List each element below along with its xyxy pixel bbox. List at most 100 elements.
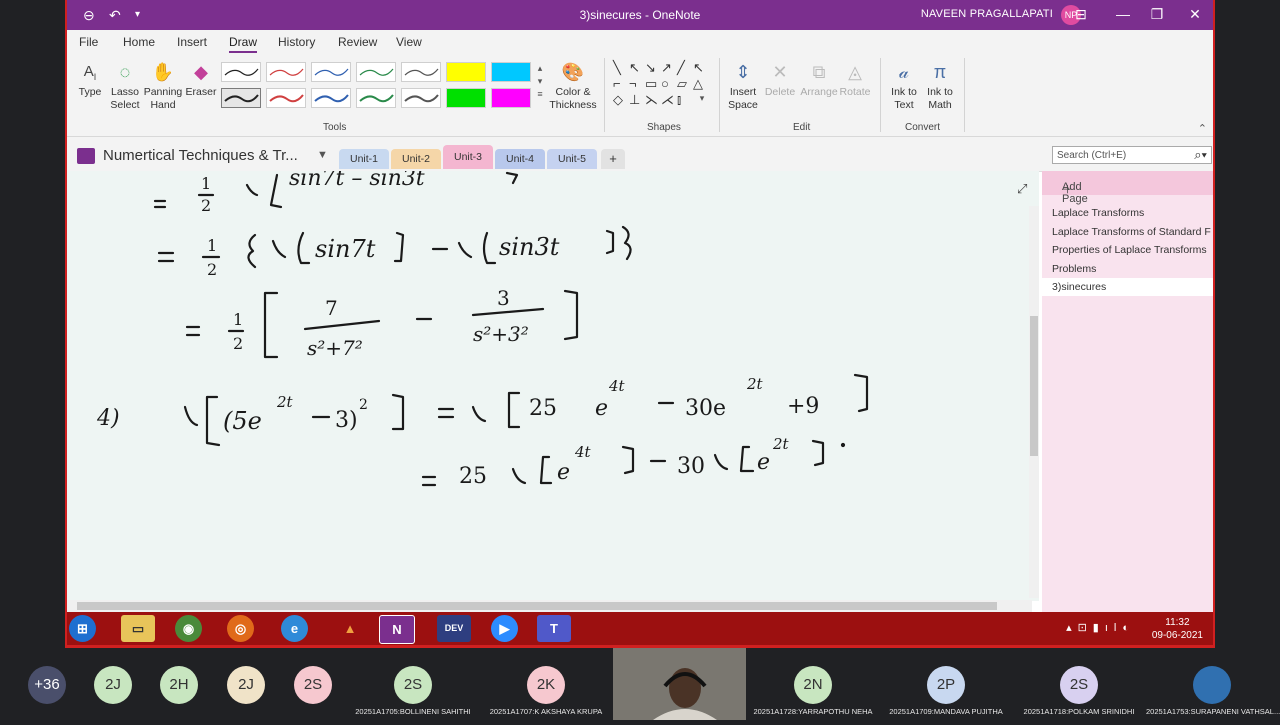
axis-2-shape-icon[interactable]: ⋋ [645, 92, 658, 108]
participant-avatar[interactable]: 2N [794, 666, 832, 704]
vertical-scrollbar[interactable] [1029, 206, 1039, 598]
tab-review[interactable]: Review [338, 35, 377, 49]
pen-swatch[interactable] [401, 62, 441, 82]
pen-swatch[interactable] [401, 88, 441, 108]
ink-to-math-button[interactable]: π Ink to Math [923, 60, 957, 112]
page-item-laplace-transforms[interactable]: Laplace Transforms [1052, 207, 1212, 219]
double-arrow-shape-icon[interactable]: ↘ [645, 60, 656, 76]
user-name[interactable]: NAVEEN PRAGALLAPATI [921, 8, 1053, 20]
teams-icon[interactable]: T [537, 615, 571, 642]
tab-insert[interactable]: Insert [177, 35, 207, 49]
tab-file[interactable]: File [79, 35, 98, 49]
diamond-shape-icon[interactable]: ◇ [613, 92, 623, 108]
insert-space-button[interactable]: ⇕ Insert Space [727, 60, 759, 112]
ellipse-shape-icon[interactable]: ○ [661, 76, 669, 91]
tab-draw[interactable]: Draw [229, 35, 258, 53]
type-button[interactable]: AI Type [75, 60, 105, 99]
participant-avatar[interactable]: +36 [28, 666, 66, 704]
horizontal-scroll-thumb[interactable] [77, 602, 997, 610]
add-section-button[interactable]: + [601, 149, 625, 169]
section-tab-unit-4[interactable]: Unit-4 [495, 149, 545, 169]
lasso-select-button[interactable]: ◌ Lasso Select [109, 60, 141, 112]
horizontal-scrollbar[interactable] [67, 600, 1032, 612]
participant-avatar[interactable]: 2H [160, 666, 198, 704]
onenote-taskbar-icon[interactable]: N [379, 615, 415, 644]
pen-swatch[interactable] [446, 62, 486, 82]
triangle-shape-icon[interactable]: △ [693, 76, 703, 92]
line-2-shape-icon[interactable]: ╱ [677, 60, 685, 76]
participant-avatar[interactable] [1193, 666, 1231, 704]
search-icon[interactable]: ⌕▾ [1194, 147, 1207, 163]
matlab-icon[interactable]: ▲ [333, 615, 367, 642]
section-tab-unit-2[interactable]: Unit-2 [391, 149, 441, 169]
zoom-icon[interactable]: ▶ [491, 615, 518, 642]
section-tab-unit-1[interactable]: Unit-1 [339, 149, 389, 169]
vertical-scroll-thumb[interactable] [1030, 316, 1038, 456]
pen-swatch[interactable] [266, 88, 306, 108]
minimize-icon[interactable]: — [1113, 6, 1133, 22]
parallelogram-shape-icon[interactable]: ▱ [677, 76, 687, 92]
pen-swatch[interactable] [356, 62, 396, 82]
eraser-button[interactable]: ◆ Eraser [185, 60, 217, 99]
panning-hand-button[interactable]: ✋ Panning Hand [143, 60, 183, 112]
ink-to-text-button[interactable]: 𝒶 Ink to Text [887, 60, 921, 112]
taskbar-clock[interactable]: 11:32 09-06-2021 [1152, 616, 1203, 642]
close-icon[interactable]: ✕ [1185, 6, 1205, 23]
firefox-icon[interactable]: ◎ [227, 615, 254, 642]
rotate-button[interactable]: ◬ Rotate [839, 60, 871, 99]
participant-avatar[interactable]: 2K [527, 666, 565, 704]
axis-3-shape-icon[interactable]: ⋌ [661, 92, 674, 108]
elbow-arrow-shape-icon[interactable]: ⌐ [613, 76, 621, 91]
search-input[interactable]: Search (Ctrl+E) ⌕▾ [1052, 146, 1212, 164]
restore-icon[interactable]: ❐ [1147, 6, 1167, 23]
rectangle-shape-icon[interactable]: ▭ [645, 76, 657, 92]
internet-explorer-icon[interactable]: e [281, 615, 308, 642]
add-page-button[interactable]: ＋ Add Page [1042, 171, 1213, 205]
start-button-icon[interactable]: ⊞ [69, 615, 96, 642]
pen-swatch[interactable] [446, 88, 486, 108]
participant-avatar[interactable]: 2J [227, 666, 265, 704]
pen-swatch[interactable] [356, 88, 396, 108]
participant-avatar[interactable]: 2S [394, 666, 432, 704]
pen-swatch[interactable] [311, 62, 351, 82]
notebook-name[interactable]: Numertical Techniques & Tr... [103, 147, 298, 164]
file-explorer-icon[interactable]: ▭ [121, 615, 155, 642]
pen-swatch[interactable] [311, 88, 351, 108]
notebook-dropdown-icon[interactable]: ▼ [317, 149, 328, 161]
pen-swatch[interactable] [491, 88, 531, 108]
collapse-ribbon-icon[interactable]: ⌃ [1198, 122, 1207, 135]
graph-shape-icon[interactable]: ⫾ [677, 92, 681, 108]
page-item-sinecures[interactable]: 3)sinecures [1042, 278, 1213, 296]
participant-avatar[interactable]: 2S [294, 666, 332, 704]
participant-avatar[interactable]: 2S [1060, 666, 1098, 704]
section-tab-unit-5[interactable]: Unit-5 [547, 149, 597, 169]
pen-swatch[interactable] [221, 62, 261, 82]
arrange-button[interactable]: ⧉ Arrange [799, 60, 839, 99]
pen-gallery-more-icon[interactable]: ▴ ▾ ≡ [535, 62, 545, 101]
elbow-shape-icon[interactable]: ¬ [629, 76, 637, 91]
ribbon-display-icon[interactable]: ⊟ [1071, 6, 1091, 23]
tab-history[interactable]: History [278, 35, 315, 49]
arrow-2-shape-icon[interactable]: ↖ [693, 60, 704, 76]
dev-cpp-icon[interactable]: DEV [437, 615, 471, 642]
tab-home[interactable]: Home [123, 35, 155, 49]
section-tab-unit-3[interactable]: Unit-3 [443, 145, 493, 169]
pen-swatch[interactable] [491, 62, 531, 82]
double-arrow-2-shape-icon[interactable]: ↗ [661, 60, 672, 76]
arrow-shape-icon[interactable]: ↖ [629, 60, 640, 76]
color-thickness-button[interactable]: 🎨 Color & Thickness [549, 60, 597, 112]
pen-swatch[interactable] [266, 62, 306, 82]
system-tray-icons[interactable]: ▴⊡▮ıl◐ [1066, 621, 1135, 634]
participant-avatar[interactable]: 2J [94, 666, 132, 704]
delete-button[interactable]: ✕ Delete [764, 60, 796, 99]
note-canvas[interactable]: 1 2 sin7t – sin3t 1 2 sin7t sin3t 1 2 7 … [67, 166, 1039, 601]
page-item-problems[interactable]: Problems [1052, 263, 1212, 275]
chrome-icon[interactable]: ◉ [175, 615, 202, 642]
shapes-more-icon[interactable]: ▾ [697, 92, 707, 105]
axis-shape-icon[interactable]: ⊥ [629, 92, 640, 108]
line-shape-icon[interactable]: ╲ [613, 60, 621, 76]
expand-icon[interactable]: ⤢ [1017, 181, 1027, 197]
tab-view[interactable]: View [396, 35, 422, 49]
pen-swatch[interactable] [221, 88, 261, 108]
participant-avatar[interactable]: 2P [927, 666, 965, 704]
